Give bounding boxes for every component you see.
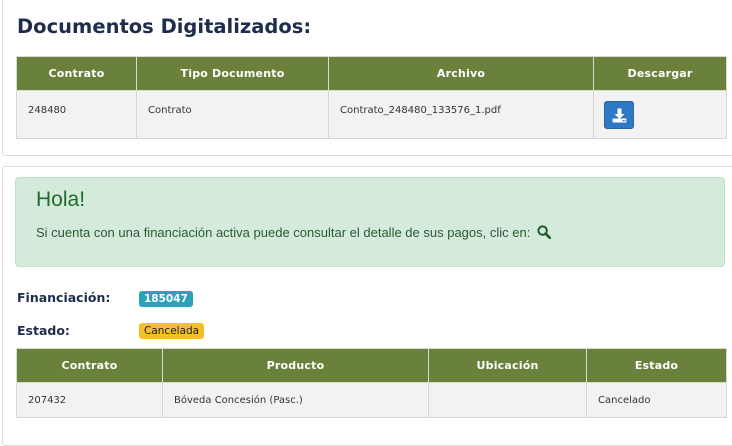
column-header-ubicacion: Ubicación (428, 348, 587, 383)
cell-contrato: 248480 (16, 90, 137, 139)
column-header-descargar: Descargar (593, 56, 727, 91)
alert-heading: Hola! (36, 188, 86, 211)
download-icon (612, 108, 627, 123)
cell-contrato: 207432 (16, 382, 163, 418)
status-badge: Cancelada (139, 323, 205, 339)
cell-ubicacion (428, 382, 587, 418)
financing-panel: Hola! Si cuenta con una financiación act… (2, 166, 732, 446)
digitized-documents-panel: Documentos Digitalizados: Contrato Tipo … (2, 0, 732, 156)
section-title: Documentos Digitalizados: (17, 15, 312, 38)
column-header-archivo: Archivo (328, 56, 594, 91)
column-header-contrato: Contrato (16, 56, 137, 91)
documents-table: Contrato Tipo Documento Archivo Descarga… (16, 56, 727, 139)
column-header-estado: Estado (586, 348, 727, 383)
alert-message: Si cuenta con una financiación activa pu… (36, 225, 531, 240)
alert-message-line: Si cuenta con una financiación activa pu… (36, 225, 551, 240)
cell-estado: Cancelado (586, 382, 727, 418)
download-button[interactable] (604, 101, 634, 129)
info-alert: Hola! Si cuenta con una financiación act… (15, 177, 725, 267)
table-row: 207432 Bóveda Concesión (Pasc.) Cancelad… (16, 382, 727, 418)
table-header-row: Contrato Producto Ubicación Estado (16, 348, 727, 383)
column-header-contrato: Contrato (16, 348, 163, 383)
cell-producto: Bóveda Concesión (Pasc.) (162, 382, 429, 418)
financing-table: Contrato Producto Ubicación Estado 20743… (16, 348, 727, 418)
cell-archivo: Contrato_248480_133576_1.pdf (328, 90, 594, 139)
table-header-row: Contrato Tipo Documento Archivo Descarga… (16, 56, 727, 91)
table-row: 248480 Contrato Contrato_248480_133576_1… (16, 90, 727, 139)
search-icon[interactable] (537, 225, 551, 239)
column-header-producto: Producto (162, 348, 429, 383)
financing-id-badge: 185047 (139, 291, 193, 307)
column-header-tipo-documento: Tipo Documento (136, 56, 329, 91)
cell-tipo-documento: Contrato (136, 90, 329, 139)
cell-descargar (593, 90, 727, 139)
financing-label: Financiación: (17, 290, 111, 305)
status-label: Estado: (17, 323, 70, 338)
